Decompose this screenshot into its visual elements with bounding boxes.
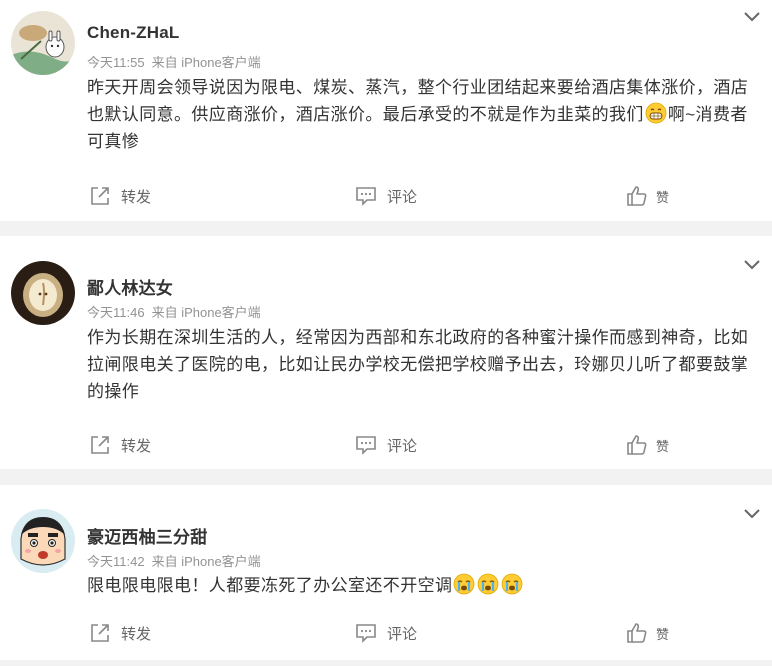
comment-button[interactable]: 评论 [355, 433, 417, 457]
repost-button[interactable]: 转发 [89, 184, 151, 208]
action-bar: 转发 评论 赞 [0, 433, 772, 457]
comment-text: 限电限电限电！人都要冻死了办公室还不开空调 [87, 572, 759, 599]
post-source: 来自 iPhone客户端 [151, 55, 261, 70]
comment-icon [356, 187, 376, 206]
crying-emoji [478, 573, 499, 595]
repost-button[interactable]: 转发 [89, 433, 151, 457]
avatar[interactable] [11, 261, 75, 325]
thumbs-up-icon [627, 435, 647, 455]
comment-icon [356, 624, 376, 643]
repost-label: 转发 [121, 437, 152, 455]
chevron-down-icon[interactable] [742, 507, 762, 521]
thumbs-up-icon [627, 623, 647, 643]
comment-label: 评论 [387, 625, 418, 643]
crying-emoji [454, 573, 475, 595]
post-time: 今天11:46 [87, 305, 145, 320]
post-source: 来自 iPhone客户端 [151, 305, 261, 320]
action-bar: 转发 评论 赞 [0, 621, 772, 645]
chevron-down-icon[interactable] [742, 10, 762, 24]
comment-text-part: 限电限电限电！人都要冻死了办公室还不开空调 [87, 576, 453, 595]
comment-text: 作为长期在深圳生活的人，经常因为西部和东北政府的各种蜜汁操作而感到神奇，比如拉闸… [87, 328, 749, 401]
comment-text: 昨天开周会领导说因为限电、煤炭、蒸汽，整个行业团结起来要给酒店集体涨价，酒店也默… [87, 74, 759, 155]
comment-label: 评论 [387, 437, 418, 455]
cartoon-cat-avatar [11, 11, 75, 75]
repost-button[interactable]: 转发 [89, 621, 151, 645]
user-name[interactable]: 鄙人林达女 [87, 274, 173, 299]
like-label: 赞 [656, 438, 670, 454]
post-meta: 今天11:55 来自 iPhone客户端 [87, 52, 261, 71]
post-source: 来自 iPhone客户端 [151, 554, 261, 569]
like-button[interactable]: 赞 [626, 621, 669, 645]
post-meta: 今天11:46 来自 iPhone客户端 [87, 302, 261, 321]
like-label: 赞 [656, 189, 670, 205]
comment-card: 豪迈西柚三分甜 今天11:42 来自 iPhone客户端 限电限电限电！人都要冻死… [0, 485, 772, 660]
thumbs-up-icon [627, 186, 647, 206]
comment-card: Chen-ZHaL 今天11:55 来自 iPhone客户端 昨天开周会领导说因为… [0, 0, 772, 221]
share-icon [91, 624, 109, 642]
like-button[interactable]: 赞 [626, 433, 669, 457]
grin-emoji [645, 102, 667, 124]
share-icon [91, 436, 109, 454]
comment-label: 评论 [387, 188, 418, 206]
avatar[interactable] [11, 509, 75, 573]
repost-label: 转发 [121, 625, 152, 643]
share-icon [91, 187, 109, 205]
action-bar: 转发 评论 赞 [0, 184, 772, 208]
post-time: 今天11:42 [87, 554, 145, 569]
crying-emoji [502, 573, 523, 595]
comment-button[interactable]: 评论 [355, 184, 417, 208]
comment-icon [356, 436, 376, 455]
post-meta: 今天11:42 来自 iPhone客户端 [87, 551, 261, 570]
chevron-down-icon[interactable] [742, 258, 762, 272]
user-name[interactable]: 豪迈西柚三分甜 [87, 523, 207, 548]
post-time: 今天11:55 [87, 55, 145, 70]
avatar[interactable] [11, 11, 75, 75]
comment-card: 鄙人林达女 今天11:46 来自 iPhone客户端 作为长期在深圳生活的人，经常… [0, 236, 772, 469]
user-name[interactable]: Chen-ZHaL [87, 23, 179, 43]
repost-label: 转发 [121, 188, 152, 206]
apple-photo-avatar [11, 261, 75, 325]
like-button[interactable]: 赞 [626, 184, 669, 208]
comment-button[interactable]: 评论 [355, 621, 417, 645]
like-label: 赞 [656, 626, 670, 642]
crayon-shinchan-avatar [11, 509, 75, 573]
